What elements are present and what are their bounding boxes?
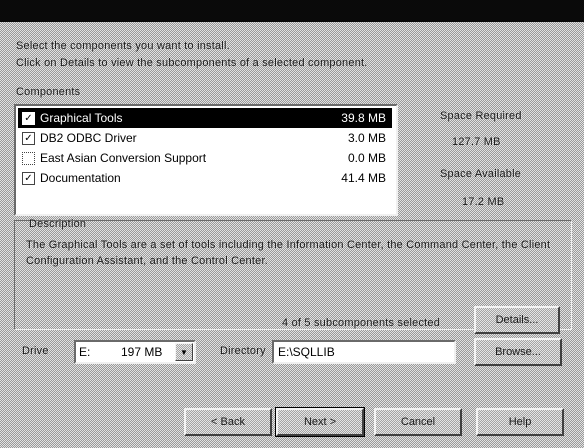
- components-label: Components: [16, 86, 81, 98]
- directory-label: Directory: [220, 345, 266, 357]
- list-item[interactable]: ✓ DB2 ODBC Driver 3.0 MB: [18, 128, 392, 148]
- description-text: The Graphical Tools are a set of tools i…: [26, 239, 551, 267]
- checkbox[interactable]: [22, 151, 35, 165]
- back-button[interactable]: < Back: [184, 408, 272, 436]
- checkbox[interactable]: ✓: [22, 131, 35, 145]
- subcomponents-status: 4 of 5 subcomponents selected: [282, 317, 441, 329]
- component-size: 41.4 MB: [341, 171, 386, 185]
- chevron-down-icon[interactable]: ▼: [175, 343, 193, 361]
- space-available-value: 17.2 MB: [462, 196, 505, 208]
- component-size: 39.8 MB: [341, 111, 386, 125]
- component-name: Graphical Tools: [40, 111, 123, 125]
- cancel-button[interactable]: Cancel: [374, 408, 462, 436]
- instruction-line-2: Click on Details to view the subcomponen…: [16, 57, 368, 69]
- directory-value: E:\SQLLIB: [278, 345, 335, 359]
- space-available-label: Space Available: [440, 168, 522, 180]
- drive-label: Drive: [22, 345, 49, 357]
- drive-space: 197 MB: [121, 345, 163, 359]
- list-item[interactable]: ✓ Graphical Tools 39.8 MB: [18, 108, 392, 128]
- browse-button[interactable]: Browse...: [474, 338, 562, 366]
- component-name: East Asian Conversion Support: [40, 151, 207, 165]
- component-size: 3.0 MB: [347, 131, 386, 145]
- list-item[interactable]: ✓ Documentation 41.4 MB: [18, 168, 392, 188]
- help-button[interactable]: Help: [476, 408, 564, 436]
- list-item[interactable]: East Asian Conversion Support 0.0 MB: [18, 148, 392, 168]
- component-name: Documentation: [40, 171, 121, 185]
- drive-select[interactable]: E: 197 MB ▼: [74, 340, 196, 364]
- directory-input[interactable]: E:\SQLLIB: [272, 340, 456, 364]
- description-label: Description: [29, 218, 87, 230]
- space-required-value: 127.7 MB: [452, 136, 501, 148]
- checkbox[interactable]: ✓: [22, 171, 35, 185]
- drive-letter: E:: [79, 345, 91, 359]
- component-name: DB2 ODBC Driver: [40, 131, 137, 145]
- component-size: 0.0 MB: [347, 151, 386, 165]
- instruction-line-1: Select the components you want to instal…: [16, 40, 230, 52]
- next-button[interactable]: Next >: [275, 407, 365, 437]
- title-bar: [0, 0, 584, 22]
- checkbox[interactable]: ✓: [22, 111, 35, 125]
- details-button[interactable]: Details...: [474, 306, 560, 334]
- components-list[interactable]: ✓ Graphical Tools 39.8 MB ✓ DB2 ODBC Dri…: [14, 104, 398, 216]
- space-required-label: Space Required: [440, 110, 522, 122]
